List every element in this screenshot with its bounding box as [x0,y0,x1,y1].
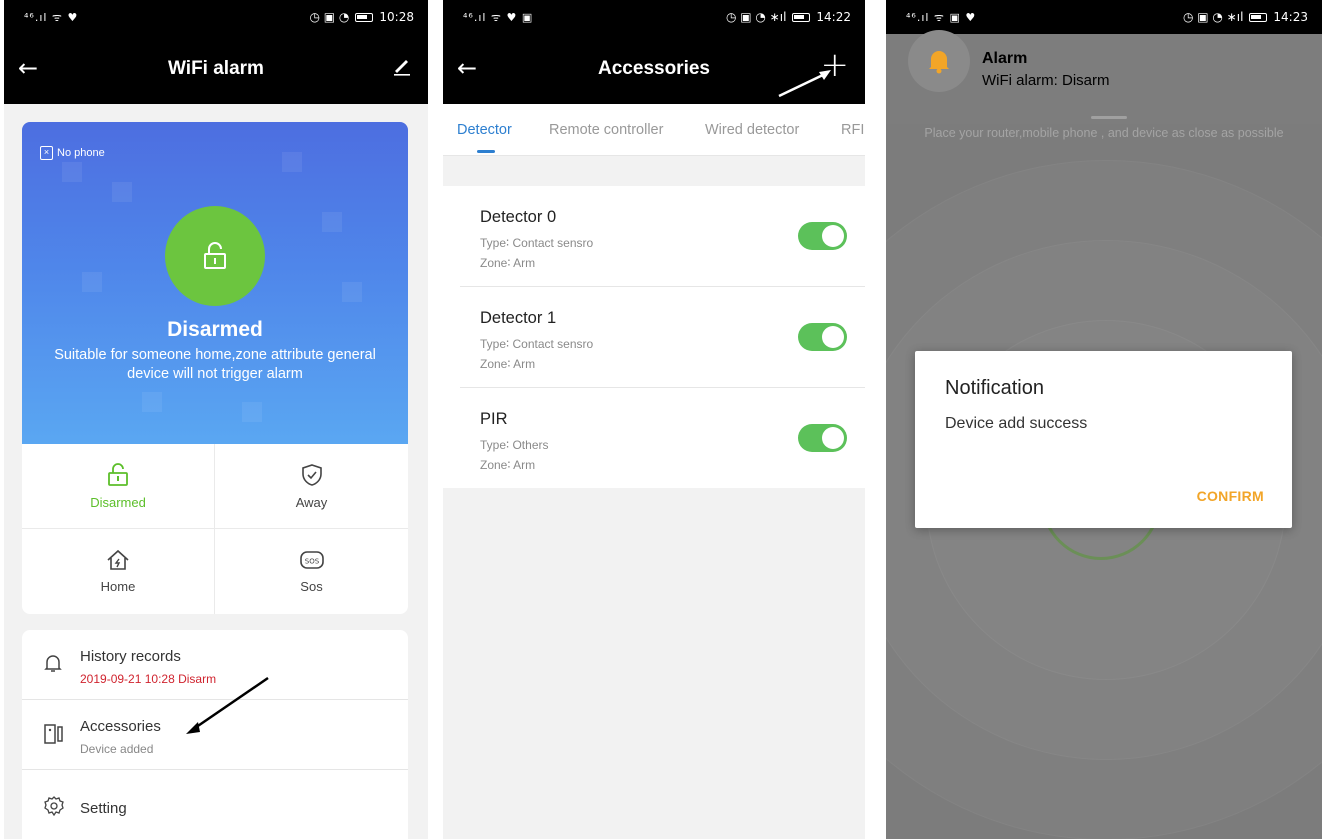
settings-menu: History records 2019-09-21 10:28 Disarm … [22,630,408,839]
tab-detector[interactable]: Detector [457,122,512,138]
tab-remote-controller[interactable]: Remote controller [549,122,663,138]
status-time: 14:23 [1273,10,1308,24]
unlock-icon [204,242,226,269]
mode-disarmed-button[interactable]: Disarmed [22,444,215,529]
battery-icon [792,12,811,22]
detector-tabs: Detector Remote controller Wired detecto… [443,104,865,156]
mode-sos-button[interactable]: SOS Sos [215,529,408,614]
status-time: 14:22 [816,10,851,24]
bell-icon [44,654,62,674]
sos-icon: SOS [299,551,324,569]
svg-text:SOS: SOS [304,558,319,566]
notification-dialog: Notification Device add success CONFIRM [915,351,1292,528]
tab-wired-detector[interactable]: Wired detector [705,122,799,138]
alarm-bell-icon [908,30,970,92]
tab-rfid[interactable]: RFII [841,122,865,138]
detector-toggle[interactable] [798,222,847,250]
signal-indicator: ⁴⁶.ıl ᯤ ♥ [24,10,79,24]
alarm-status-label: Disarmed [167,318,263,341]
home-icon [107,549,129,570]
annotation-arrow [778,70,831,98]
status-bar: ⁴⁶.ıl ᯤ ♥ ◷ ▣ ◔ 10:28 [4,0,428,34]
dialog-title: Notification [945,377,1044,399]
phone-off-icon: × [40,146,53,160]
menu-setting[interactable]: Setting [22,770,408,839]
battery-icon [355,12,374,22]
title-bar: ← WiFi alarm [4,34,428,104]
no-phone-indicator: × No phone [40,146,105,160]
wifi-alarm-screen: ⁴⁶.ıl ᯤ ♥ ◷ ▣ ◔ 10:28 ← WiFi alarm × No … [4,0,428,839]
annotation-arrow [186,676,269,734]
signal-indicator: ⁴⁶.ıl ᯤ ♥ ▣ [463,10,534,24]
confirm-button[interactable]: CONFIRM [1197,488,1264,504]
detector-toggle[interactable] [798,323,847,351]
status-icons: ◷ ▣ ◔ [309,10,350,24]
list-item[interactable]: PIR Type∶ Others Zone∶ Arm [460,388,865,489]
detector-toggle[interactable] [798,424,847,452]
dialog-message: Device add success [945,415,1088,432]
active-tab-indicator [477,150,495,153]
status-bar: ⁴⁶.ıl ᯤ ♥ ▣ ◷ ▣ ◔ ∗ıl 14:22 [443,0,865,34]
signal-indicator: ⁴⁶.ıl ᯤ ▣ ♥ [906,10,977,24]
mode-home-button[interactable]: Home [22,529,215,614]
accessories-screen: ⁴⁶.ıl ᯤ ♥ ▣ ◷ ▣ ◔ ∗ıl 14:22 ← Accessorie… [443,0,865,839]
shield-check-icon [301,463,322,486]
push-notification[interactable]: Alarm WiFi alarm: Disarm [886,30,1322,124]
add-device-screen: ⁴⁶.ıl ᯤ ▣ ♥ ◷ ▣ ◔ ∗ıl 14:23 Alarm WiFi a… [886,0,1322,839]
placement-hint: Place your router,mobile phone , and dev… [924,126,1284,140]
unlock-icon [108,462,128,486]
status-icons: ◷ ▣ ◔ ∗ıl [725,10,787,24]
status-time: 10:28 [379,10,414,24]
alarm-status-description: Suitable for someone home,zone attribute… [54,347,376,382]
door-sensor-icon [44,724,64,744]
status-bar: ⁴⁶.ıl ᯤ ▣ ♥ ◷ ▣ ◔ ∗ıl 14:23 [886,0,1322,34]
detector-list: Detector 0 Type∶ Contact sensro Zone∶ Ar… [443,186,865,488]
battery-icon [1249,12,1268,22]
disarm-lock-button[interactable] [165,206,265,306]
page-title: WiFi alarm [168,58,264,79]
list-item[interactable]: Detector 1 Type∶ Contact sensro Zone∶ Ar… [460,287,865,388]
mode-grid: Disarmed Away Home SOS Sos [22,444,408,614]
mode-away-button[interactable]: Away [215,444,408,529]
alarm-status-card: × No phone Disarmed Suitable for someone… [22,122,408,444]
gear-icon [44,796,64,816]
edit-pencil-icon[interactable] [392,56,412,76]
title-bar: ← Accessories + [443,34,865,104]
status-icons: ◷ ▣ ◔ ∗ıl [1182,10,1244,24]
notification-handle [1091,116,1127,119]
list-item[interactable]: Detector 0 Type∶ Contact sensro Zone∶ Ar… [460,186,865,287]
